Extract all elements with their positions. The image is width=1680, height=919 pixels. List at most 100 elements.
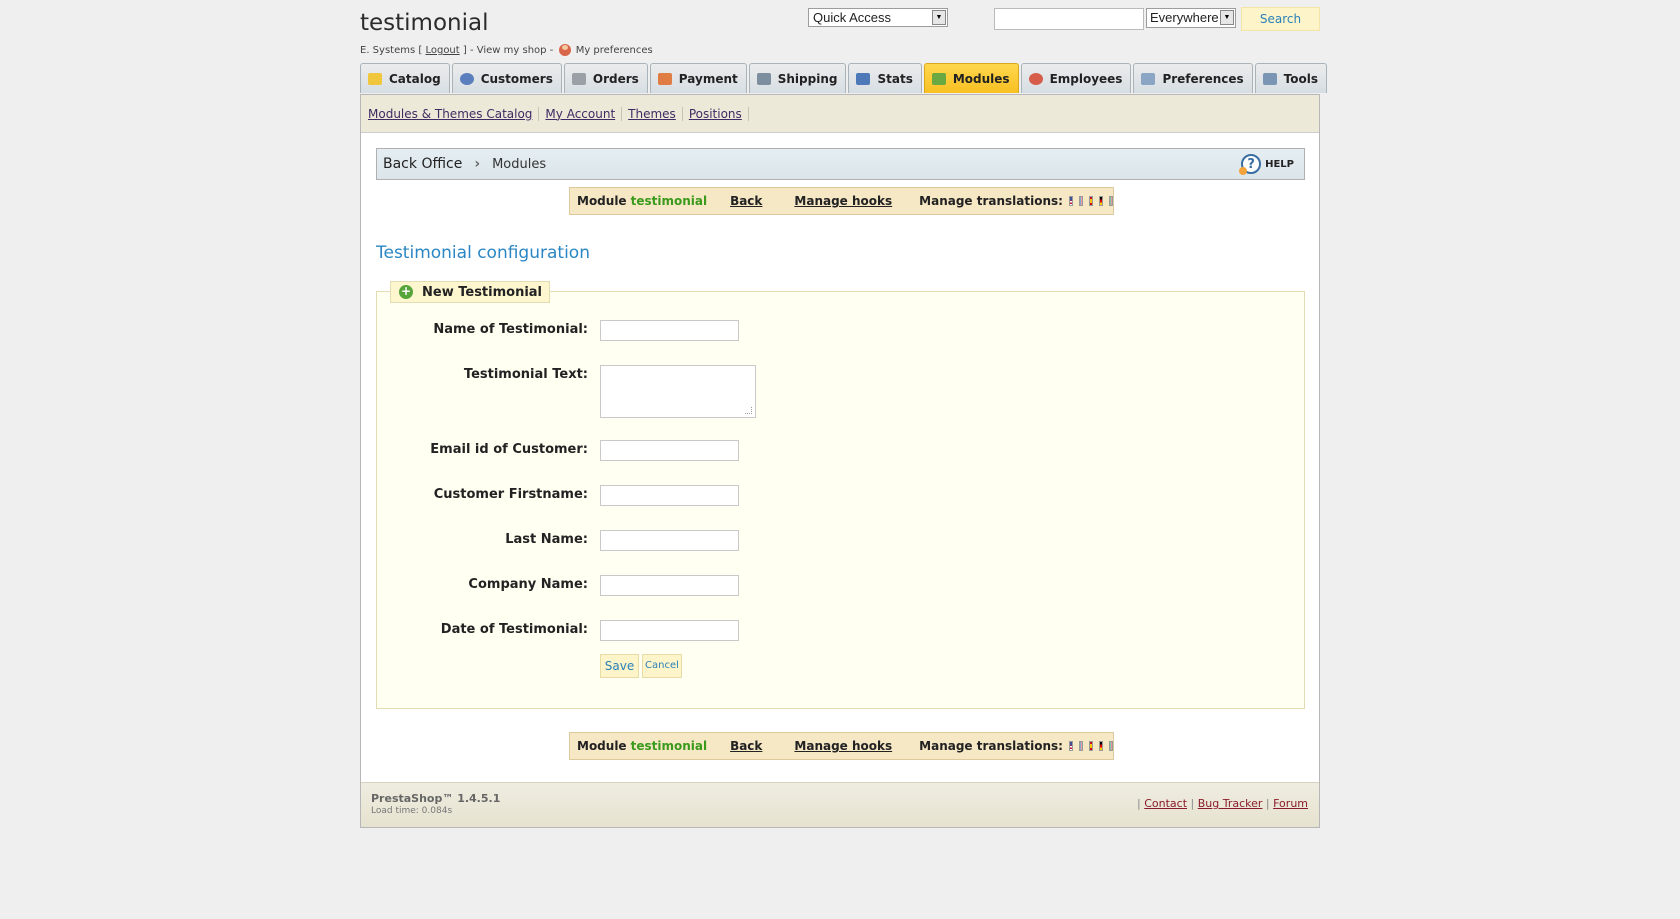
my-preferences-link[interactable]: My preferences bbox=[576, 45, 653, 56]
breadcrumb-current: Modules bbox=[492, 156, 547, 172]
subnav-positions[interactable]: Positions bbox=[683, 106, 749, 121]
tab-tools[interactable]: Tools bbox=[1254, 63, 1328, 93]
quick-access-select[interactable]: Quick Access ▼ bbox=[808, 8, 948, 27]
tab-label: Shipping bbox=[777, 71, 838, 86]
tab-shipping[interactable]: Shipping bbox=[748, 63, 847, 93]
manage-translations-label: Manage translations: bbox=[919, 194, 1063, 208]
chevron-down-icon[interactable]: ▼ bbox=[1220, 10, 1234, 25]
user-icon bbox=[558, 44, 571, 56]
chevron-right-icon: › bbox=[474, 156, 481, 172]
logout-link[interactable]: Logout bbox=[425, 45, 459, 56]
user-info-line: E. Systems [ Logout ] - View my shop - M… bbox=[360, 44, 653, 56]
chevron-down-icon[interactable]: ▼ bbox=[932, 10, 946, 25]
load-time-text: Load time: 0.084s bbox=[371, 806, 453, 816]
main-panel: Modules & Themes Catalog My Account Them… bbox=[360, 94, 1320, 828]
help-icon: ? bbox=[1239, 154, 1262, 175]
date-label: Date of Testimonial: bbox=[440, 622, 588, 637]
flag-fr-icon[interactable] bbox=[1078, 196, 1083, 206]
quick-access-value: Quick Access bbox=[813, 10, 892, 25]
puzzle-icon bbox=[931, 72, 946, 85]
user-name: E. Systems [ bbox=[360, 45, 423, 56]
text-label: Testimonial Text: bbox=[463, 367, 588, 382]
flag-it-icon[interactable] bbox=[1108, 741, 1113, 751]
shop-title: testimonial bbox=[360, 10, 489, 36]
tab-modules[interactable]: Modules bbox=[923, 63, 1019, 93]
flag-en-icon[interactable] bbox=[1068, 196, 1073, 206]
flag-de-icon[interactable] bbox=[1098, 741, 1103, 751]
main-tabs: Catalog Customers Orders Payment Shippin… bbox=[360, 63, 1329, 94]
flag-es-icon[interactable] bbox=[1088, 741, 1093, 751]
tab-label: Tools bbox=[1283, 71, 1319, 86]
tab-label: Catalog bbox=[389, 71, 441, 86]
cancel-button[interactable]: Cancel bbox=[642, 654, 682, 678]
email-input[interactable] bbox=[600, 440, 739, 461]
contact-link[interactable]: Contact bbox=[1144, 797, 1187, 810]
search-button[interactable]: Search bbox=[1241, 7, 1320, 31]
tab-catalog[interactable]: Catalog bbox=[360, 63, 450, 93]
tab-label: Stats bbox=[877, 71, 913, 86]
footer: PrestaShop™ 1.4.5.1 Load time: 0.084s | … bbox=[361, 782, 1319, 827]
view-shop-text[interactable]: ] - View my shop - bbox=[463, 45, 553, 56]
lastname-label: Last Name: bbox=[505, 532, 588, 547]
bug-tracker-link[interactable]: Bug Tracker bbox=[1198, 797, 1263, 810]
flag-en-icon[interactable] bbox=[1068, 741, 1073, 751]
manage-hooks-link[interactable]: Manage hooks bbox=[794, 739, 892, 753]
help-button[interactable]: ? HELP bbox=[1239, 154, 1294, 175]
footer-links: | Contact | Bug Tracker | Forum bbox=[1137, 797, 1308, 810]
module-name: testimonial bbox=[630, 739, 708, 753]
subnav-modules-themes-catalog[interactable]: Modules & Themes Catalog bbox=[367, 106, 540, 121]
subnav-themes[interactable]: Themes bbox=[622, 106, 683, 121]
cart-icon bbox=[571, 72, 586, 85]
tab-label: Preferences bbox=[1162, 71, 1244, 86]
firstname-label: Customer Firstname: bbox=[433, 487, 588, 502]
add-icon: + bbox=[399, 284, 413, 299]
testimonial-text-area[interactable] bbox=[600, 365, 756, 418]
tab-payment[interactable]: Payment bbox=[649, 63, 747, 93]
forum-link[interactable]: Forum bbox=[1273, 797, 1308, 810]
bar-chart-icon bbox=[856, 72, 871, 85]
tab-preferences[interactable]: Preferences bbox=[1133, 63, 1253, 93]
save-button[interactable]: Save bbox=[600, 654, 639, 678]
flag-es-icon[interactable] bbox=[1088, 196, 1093, 206]
tab-label: Customers bbox=[480, 71, 553, 86]
subnav-my-account[interactable]: My Account bbox=[539, 106, 623, 121]
tab-label: Orders bbox=[592, 71, 639, 86]
wrench-icon bbox=[1262, 72, 1277, 85]
module-name: testimonial bbox=[630, 194, 708, 208]
breadcrumb-root[interactable]: Back Office bbox=[383, 156, 462, 172]
version-text: PrestaShop™ 1.4.5.1 bbox=[371, 792, 501, 805]
form-legend: + New Testimonial bbox=[390, 281, 551, 303]
search-scope-select[interactable]: Everywhere ▼ bbox=[1146, 8, 1236, 28]
flag-it-icon[interactable] bbox=[1108, 196, 1113, 206]
tab-orders[interactable]: Orders bbox=[563, 63, 648, 93]
lastname-input[interactable] bbox=[600, 530, 739, 551]
module-label: Module bbox=[577, 739, 627, 753]
legend-label: New Testimonial bbox=[422, 284, 543, 300]
back-link[interactable]: Back bbox=[730, 194, 762, 208]
new-testimonial-form: + New Testimonial Name of Testimonial: T… bbox=[376, 281, 1305, 709]
tab-label: Employees bbox=[1049, 71, 1123, 86]
truck-icon bbox=[756, 72, 771, 85]
module-toolbar-top: Module testimonial Back Manage hooks Man… bbox=[569, 187, 1114, 215]
company-label: Company Name: bbox=[468, 577, 588, 592]
back-link[interactable]: Back bbox=[730, 739, 762, 753]
tab-employees[interactable]: Employees bbox=[1020, 63, 1132, 93]
tab-stats[interactable]: Stats bbox=[848, 63, 922, 93]
flag-de-icon[interactable] bbox=[1098, 196, 1103, 206]
name-label: Name of Testimonial: bbox=[433, 322, 588, 337]
name-input[interactable] bbox=[600, 320, 739, 341]
firstname-input[interactable] bbox=[600, 485, 739, 506]
manage-hooks-link[interactable]: Manage hooks bbox=[794, 194, 892, 208]
date-input[interactable] bbox=[600, 620, 739, 641]
module-label: Module bbox=[577, 194, 627, 208]
manage-translations-label: Manage translations: bbox=[919, 739, 1063, 753]
flag-fr-icon[interactable] bbox=[1078, 741, 1083, 751]
help-label: HELP bbox=[1265, 158, 1294, 170]
company-input[interactable] bbox=[600, 575, 739, 596]
tab-customers[interactable]: Customers bbox=[451, 63, 562, 93]
email-label: Email id of Customer: bbox=[430, 442, 588, 457]
payment-icon bbox=[657, 72, 672, 85]
search-input[interactable] bbox=[994, 8, 1144, 30]
customer-icon bbox=[459, 72, 474, 85]
page-title: Testimonial configuration bbox=[376, 243, 590, 263]
